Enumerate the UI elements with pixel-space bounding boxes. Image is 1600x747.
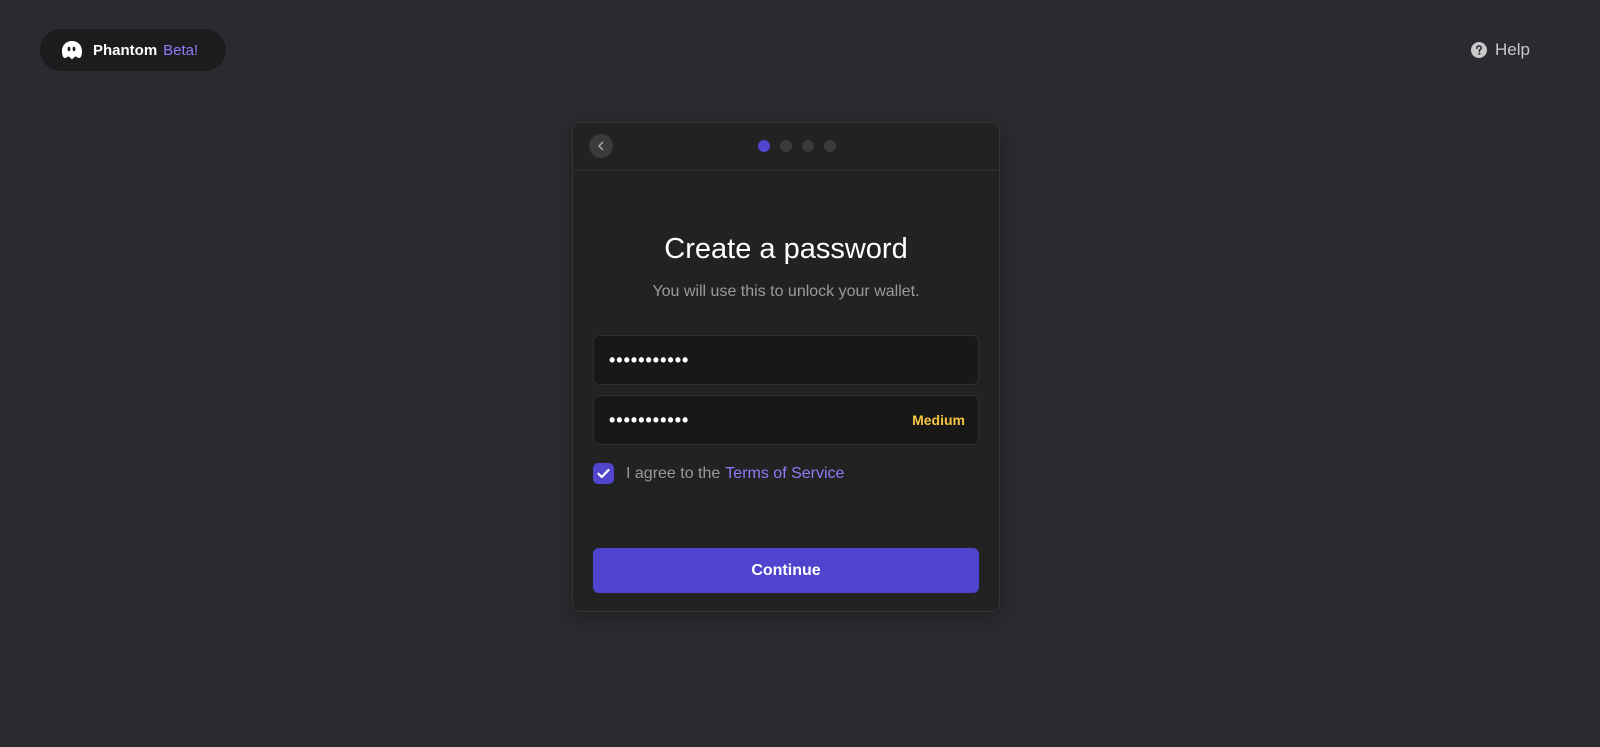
terms-label: I agree to the Terms of Service [626,465,844,483]
password-value: ••••••••••• [609,349,690,370]
password-field[interactable]: ••••••••••• [593,335,979,385]
progress-dots [758,140,846,152]
progress-dot-4 [824,140,836,152]
checkmark-icon [597,468,610,479]
password-strength-label: Medium [912,412,965,428]
terms-prefix: I agree to the [626,464,721,482]
beta-badge: Beta! [163,41,199,59]
help-label: Help [1495,40,1530,59]
create-password-card: Create a password You will use this to u… [572,122,1000,612]
progress-dot-2 [780,140,792,152]
terms-checkbox[interactable] [593,463,614,484]
page-title: Create a password [664,233,908,265]
continue-button[interactable]: Continue [593,548,979,593]
page-subtitle: You will use this to unlock your wallet. [652,283,920,300]
ghost-icon [60,38,84,62]
progress-dot-1 [758,140,770,152]
progress-dot-3 [802,140,814,152]
card-header [573,123,999,171]
help-link[interactable]: Help [1471,40,1530,60]
back-button[interactable] [589,134,613,158]
confirm-password-field[interactable]: ••••••••••• Medium [593,395,979,445]
terms-of-service-link[interactable]: Terms of Service [725,465,844,482]
question-circle-icon [1471,42,1488,58]
terms-row: I agree to the Terms of Service [593,463,844,484]
brand-pill[interactable]: Phantom Beta! [40,29,226,71]
confirm-password-value: ••••••••••• [609,409,690,430]
brand-name: Phantom [93,41,158,59]
chevron-left-icon [596,141,606,151]
